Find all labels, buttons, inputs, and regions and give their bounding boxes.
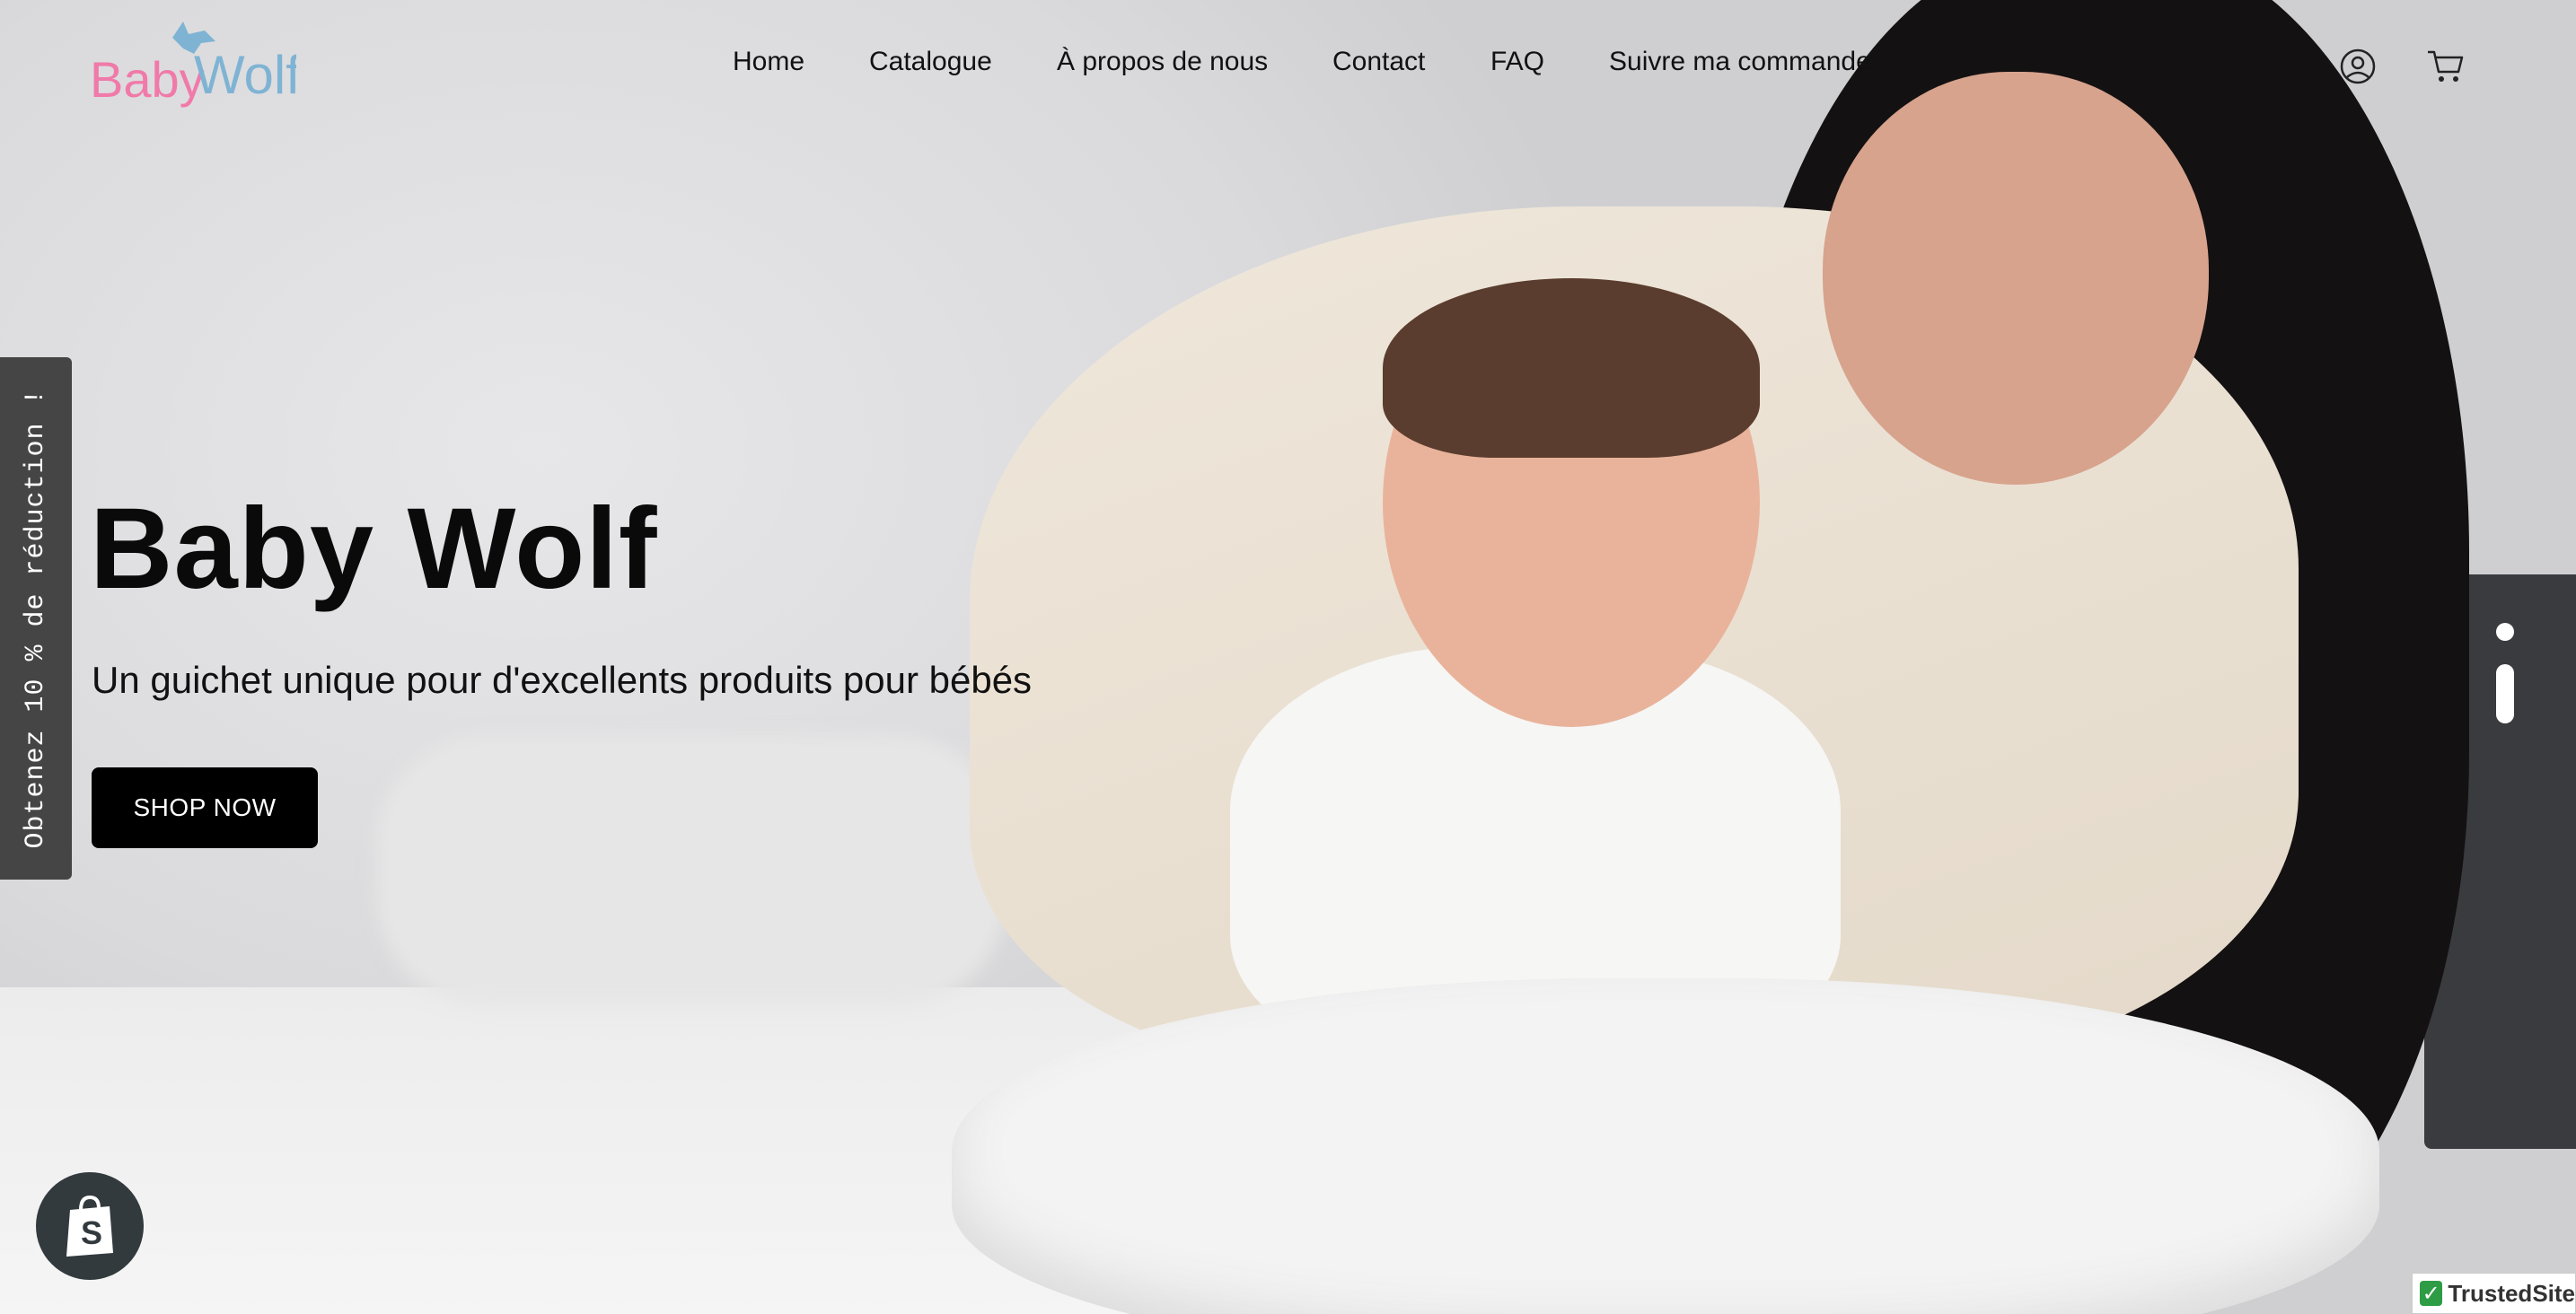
logo-text-baby: Baby — [90, 51, 205, 108]
nav-about[interactable]: À propos de nous — [1057, 47, 1268, 77]
check-icon: ✓ — [2420, 1281, 2443, 1306]
logo-text-wolf: Wolf — [194, 45, 296, 105]
shopify-bag-icon[interactable]: S — [36, 1172, 144, 1280]
nav-faq[interactable]: FAQ — [1490, 47, 1544, 77]
nav-track-order[interactable]: Suivre ma commande — [1609, 47, 1871, 77]
hero-title: Baby Wolf — [90, 485, 658, 613]
hero-subtitle: Un guichet unique pour d'excellents prod… — [92, 659, 1033, 701]
discount-side-tab-label: Obtenez 10 % de réduction ! — [21, 388, 51, 849]
shop-now-button[interactable]: SHOP NOW — [92, 767, 318, 848]
nav-catalogue[interactable]: Catalogue — [869, 47, 992, 77]
account-icon[interactable] — [2338, 47, 2378, 86]
slider-dot-1[interactable] — [2496, 623, 2514, 641]
cart-icon[interactable] — [2426, 47, 2466, 86]
trustedsite-label: TrustedSite — [2448, 1279, 2575, 1307]
svg-text:S: S — [81, 1214, 102, 1251]
hero-background-image — [0, 0, 2576, 1314]
discount-side-tab[interactable]: Obtenez 10 % de réduction ! — [0, 357, 72, 880]
trustedsite-badge[interactable]: ✓ TrustedSite — [2412, 1273, 2576, 1314]
site-logo[interactable]: Baby Wolf — [90, 18, 301, 117]
slider-dot-2-active[interactable] — [2496, 664, 2514, 723]
nav-contact[interactable]: Contact — [1332, 47, 1425, 77]
nav-home[interactable]: Home — [733, 47, 804, 77]
